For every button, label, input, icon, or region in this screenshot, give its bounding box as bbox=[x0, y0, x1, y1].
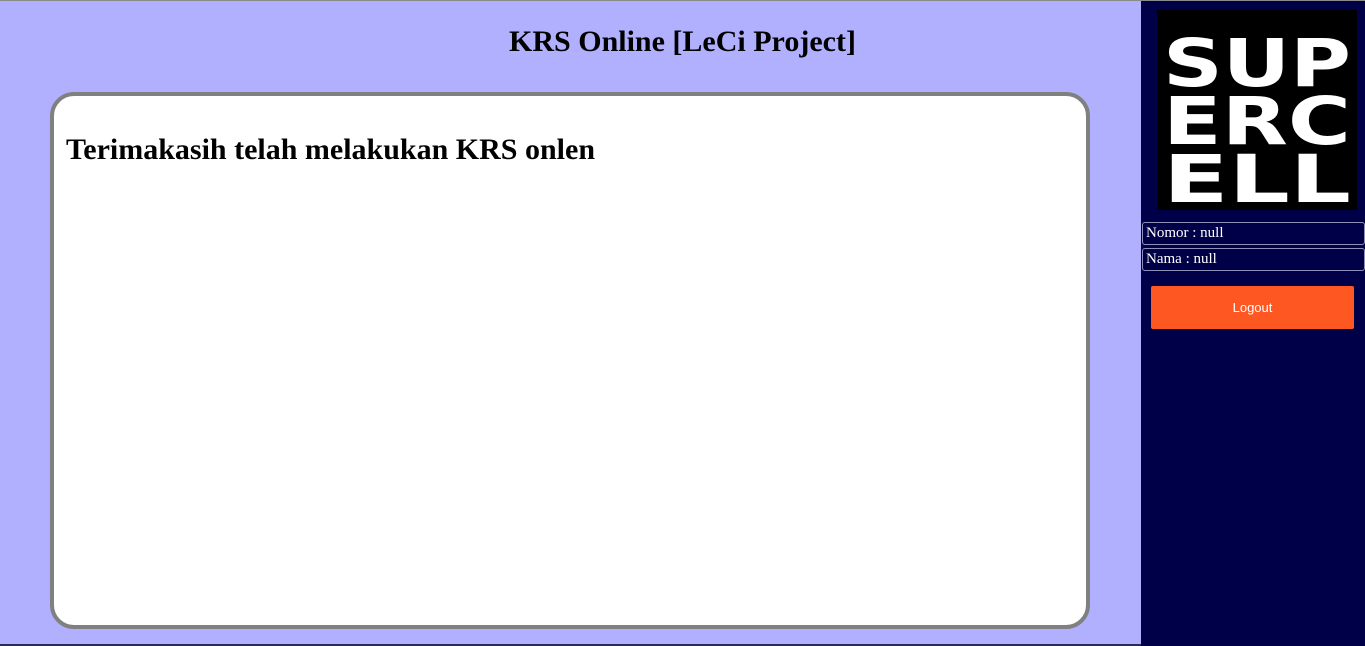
sidebar: SUP ERC ELL Nomor : null Nama : null Log… bbox=[1141, 1, 1365, 646]
supercell-logo: SUP ERC ELL bbox=[1157, 10, 1357, 210]
logout-button[interactable]: Logout bbox=[1151, 286, 1354, 329]
content-panel: Terimakasih telah melakukan KRS onlen bbox=[50, 92, 1090, 629]
user-name-field: Nama : null bbox=[1142, 248, 1365, 271]
main-area: Terimakasih telah melakukan KRS onlen bbox=[0, 1, 1141, 645]
supercell-logo-graphic: SUP ERC ELL bbox=[1163, 25, 1351, 210]
user-number-field: Nomor : null bbox=[1142, 222, 1365, 245]
logo-line-3: ELL bbox=[1163, 141, 1351, 210]
thank-you-message: Terimakasih telah melakukan KRS onlen bbox=[66, 133, 595, 166]
